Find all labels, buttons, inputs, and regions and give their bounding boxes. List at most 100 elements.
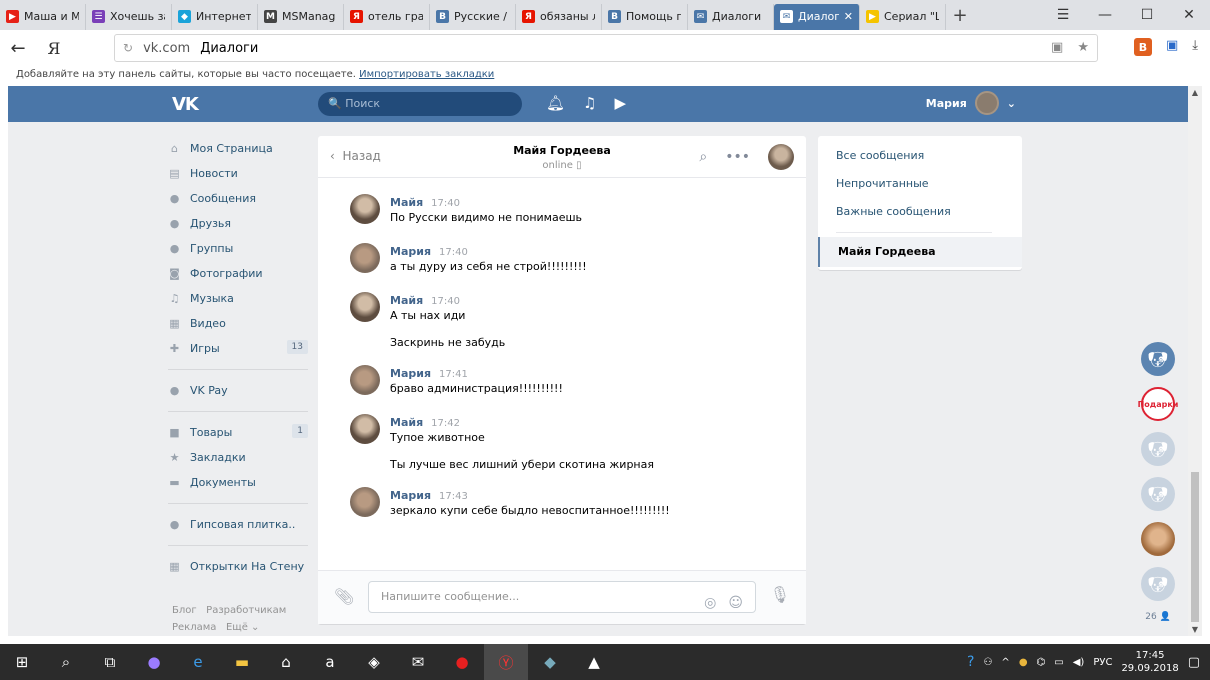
people-icon[interactable]: ⚇ xyxy=(983,657,992,668)
sidebar-item[interactable]: ▦ Видео xyxy=(168,311,308,336)
language-indicator[interactable]: РУС xyxy=(1093,657,1112,668)
message-item[interactable]: Майя 17:40 По Русски видимо не понимаешь xyxy=(318,188,806,237)
volume-icon[interactable]: ◀) xyxy=(1073,657,1085,668)
music-icon[interactable]: ♫ xyxy=(583,94,596,112)
search-icon[interactable]: ⌕ xyxy=(44,644,88,680)
active-dialog-item[interactable]: Майя Гордеева xyxy=(818,237,1022,267)
browser-tab[interactable]: Яобязаны л xyxy=(516,3,602,30)
photos-icon[interactable]: ▲ xyxy=(572,644,616,680)
browser-tab[interactable]: ▶ Сериал "Ш xyxy=(860,3,946,30)
browser-tab[interactable]: ✉ Диалоги xyxy=(688,3,774,30)
reload-icon[interactable]: ↻ xyxy=(123,41,133,55)
friend-avatar[interactable]: 🐶︎ xyxy=(1141,567,1175,601)
message-author[interactable]: Мария xyxy=(390,367,431,380)
emoji-icon[interactable]: ☺ xyxy=(728,588,743,618)
message-author[interactable]: Майя xyxy=(390,416,423,429)
avatar[interactable] xyxy=(350,414,380,444)
browser-tab[interactable]: ✉ Диалоги ✕ xyxy=(774,3,860,30)
lock-icon[interactable]: ▣ xyxy=(1051,40,1063,55)
microphone-icon[interactable]: 🎙︎ xyxy=(770,585,790,604)
user-menu[interactable]: Мария ⌄ xyxy=(926,91,1016,115)
browser-tab[interactable]: ◆ Интернет xyxy=(172,3,258,30)
browser-tab[interactable]: Яотель гра xyxy=(344,3,430,30)
message-author[interactable]: Мария xyxy=(390,245,431,258)
search-icon[interactable]: ⌕ xyxy=(699,149,707,165)
sidebar-item[interactable]: ● Друзья xyxy=(168,211,308,236)
message-item[interactable]: Мария 17:43 зеркало купи себе быдло невос… xyxy=(318,481,806,530)
back-arrow-icon[interactable]: ← xyxy=(0,38,36,59)
sidebar-item[interactable]: ▬ Документы xyxy=(168,470,308,495)
footer-more-link[interactable]: Ещё ⌄ xyxy=(226,622,259,633)
sidebar-item[interactable]: ▤ Новости xyxy=(168,161,308,186)
windows-start-icon[interactable]: ⊞ xyxy=(0,644,44,680)
browser-tab[interactable]: В Русские / xyxy=(430,3,516,30)
star-icon[interactable]: ★ xyxy=(1077,40,1089,55)
notification-center-icon[interactable]: ▢ xyxy=(1188,655,1200,670)
page-scrollbar[interactable]: ▲ ▼ xyxy=(1188,86,1202,636)
message-author[interactable]: Майя xyxy=(390,294,423,307)
attach-icon[interactable]: 📎︎ xyxy=(334,587,354,606)
vk-logo[interactable]: VK xyxy=(172,94,199,115)
dialog-filter-item[interactable]: Непрочитанные xyxy=(818,170,1022,198)
message-item[interactable]: Майя 17:42 Тупое животное Ты лучше вес лиш… xyxy=(318,408,806,481)
peer-avatar[interactable] xyxy=(768,144,794,170)
sidebar-item[interactable]: ● Гипсовая плитка.. xyxy=(168,512,308,537)
browser-tab[interactable]: M MSManag xyxy=(258,3,344,30)
amazon-icon[interactable]: a xyxy=(308,644,352,680)
sidebar-item[interactable]: ● Группы xyxy=(168,236,308,261)
sidebar-item[interactable]: ● VK Pay xyxy=(168,378,308,403)
footer-dev-link[interactable]: Разработчикам xyxy=(206,605,286,616)
dialog-filter-item[interactable]: Все сообщения xyxy=(818,142,1022,170)
sidebar-item[interactable]: ★ Закладки xyxy=(168,445,308,470)
scroll-up-icon[interactable]: ▲ xyxy=(1188,88,1202,97)
mail-icon[interactable]: ✉ xyxy=(396,644,440,680)
scroll-thumb[interactable] xyxy=(1191,472,1199,622)
new-tab-button[interactable]: + xyxy=(946,5,974,26)
clock[interactable]: 17:45 29.09.2018 xyxy=(1121,649,1178,675)
close-button[interactable]: ✕ xyxy=(1168,0,1210,30)
message-item[interactable]: Майя 17:40 А ты нах иди Заскринь не забудь xyxy=(318,286,806,359)
opera-icon[interactable]: ● xyxy=(440,644,484,680)
chevron-up-icon[interactable]: ^ xyxy=(1001,657,1009,668)
yandex-logo-icon[interactable]: Я xyxy=(36,39,72,58)
dialog-filter-item[interactable]: Важные сообщения xyxy=(818,198,1022,226)
app-icon[interactable]: ◆ xyxy=(528,644,572,680)
tab-close-icon[interactable]: ✕ xyxy=(844,10,853,23)
sidebar-item[interactable]: ■ Товары 1 xyxy=(168,420,308,445)
message-author[interactable]: Майя xyxy=(390,196,423,209)
friend-avatar[interactable] xyxy=(1141,522,1175,556)
vk-search-input[interactable]: 🔍 Поиск xyxy=(318,92,522,116)
camera-icon[interactable]: ◎ xyxy=(704,588,716,618)
friend-avatar[interactable]: 🐶︎ xyxy=(1141,477,1175,511)
alice-icon[interactable]: ● xyxy=(132,644,176,680)
scroll-down-icon[interactable]: ▼ xyxy=(1188,625,1202,634)
store-icon[interactable]: ⌂ xyxy=(264,644,308,680)
edge-icon[interactable]: e xyxy=(176,644,220,680)
sidebar-item[interactable]: ⌂ Моя Страница xyxy=(168,136,308,161)
play-icon[interactable]: ▶ xyxy=(615,94,627,112)
message-item[interactable]: Мария 17:41 браво администрация!!!!!!!!!! xyxy=(318,359,806,408)
dropbox-icon[interactable]: ◈ xyxy=(352,644,396,680)
help-icon[interactable]: ? xyxy=(967,654,974,670)
friend-avatar[interactable]: 🐶︎ xyxy=(1141,432,1175,466)
sidebar-item[interactable]: ● Сообщения xyxy=(168,186,308,211)
minimize-button[interactable]: — xyxy=(1084,0,1126,30)
notifications-bell-icon[interactable]: 🔔︎ xyxy=(546,94,565,112)
avatar[interactable] xyxy=(350,487,380,517)
browser-tab[interactable]: ☰ Хочешь за xyxy=(86,3,172,30)
message-input[interactable]: Напишите сообщение... ◎ ☺ xyxy=(368,581,756,613)
sidebar-item[interactable]: ✚ Игры 13 xyxy=(168,336,308,361)
friend-avatar[interactable]: 🐶︎ xyxy=(1141,342,1175,376)
sidebar-item[interactable]: ▦ Открытки На Стену xyxy=(168,554,308,579)
footer-ads-link[interactable]: Реклама xyxy=(172,622,216,633)
download-icon[interactable]: ⤓ xyxy=(1192,38,1198,56)
avatar[interactable] xyxy=(350,243,380,273)
network-icon[interactable]: ⌬ xyxy=(1037,657,1046,668)
message-item[interactable]: Мария 17:40 а ты дуру из себя не строй!!!… xyxy=(318,237,806,286)
browser-tab[interactable]: ▶ Маша и М xyxy=(0,3,86,30)
sidebar-item[interactable]: ♫ Музыка xyxy=(168,286,308,311)
explorer-folder-icon[interactable]: ▬ xyxy=(220,644,264,680)
friend-avatar[interactable]: Подарки xyxy=(1138,387,1178,421)
more-icon[interactable]: ••• xyxy=(725,149,750,165)
avatar[interactable] xyxy=(350,292,380,322)
